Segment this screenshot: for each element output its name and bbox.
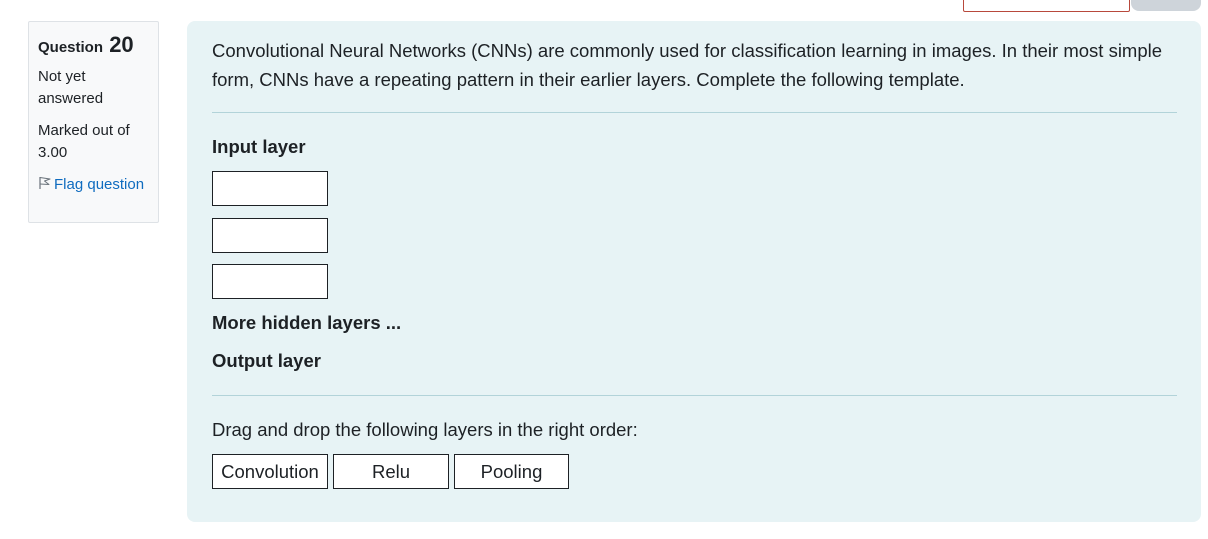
input-layer-label: Input layer [212,136,306,157]
top-grey-button[interactable] [1131,0,1201,11]
output-layer-label: Output layer [212,350,321,371]
question-number: Question 20 [38,32,149,58]
question-label: Question [38,39,104,56]
drop-zone-3[interactable] [212,264,328,299]
drop-zone-1[interactable] [212,171,328,206]
drag-item-relu[interactable]: Relu [333,454,449,489]
page: Question 20 Not yet answered Marked out … [0,0,1208,539]
question-formulation: Convolutional Neural Networks (CNNs) are… [187,21,1201,522]
question-info: Question 20 Not yet answered Marked out … [28,21,159,223]
flag-question-label: Flag question [54,176,145,193]
top-outline-button[interactable] [963,0,1130,12]
drag-item-convolution[interactable]: Convolution [212,454,328,489]
question-state: Not yet answered [38,68,104,107]
question-text: Convolutional Neural Networks (CNNs) are… [212,40,1163,90]
divider [212,112,1177,113]
question-num: 20 [109,32,134,57]
divider [212,395,1177,396]
drag-item-pooling[interactable]: Pooling [454,454,569,489]
flag-icon [38,175,52,189]
question-grade: Marked out of 3.00 [38,122,130,161]
drop-zone-2[interactable] [212,218,328,253]
more-hidden-layers-label: More hidden layers ... [212,312,402,333]
drag-instruction: Drag and drop the following layers in th… [212,419,638,440]
flag-question-link[interactable]: Flag question [38,174,149,196]
